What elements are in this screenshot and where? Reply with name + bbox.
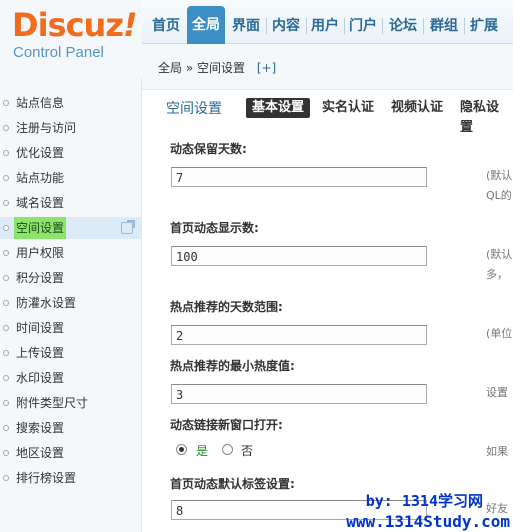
hot-days-range-hint: (单位 <box>486 327 513 340</box>
bullet-icon <box>3 250 9 256</box>
radio-no[interactable] <box>222 444 233 455</box>
breadcrumb-text: 全局 » 空间设置 <box>158 61 245 75</box>
feed-default-tag-label: 首页动态默认标签设置: <box>170 477 295 491</box>
sidebar-item-optimization[interactable]: 优化设置 <box>0 142 141 164</box>
sidebar-item-watermark[interactable]: 水印设置 <box>0 367 141 389</box>
bullet-icon <box>3 300 9 306</box>
sidebar-item-time[interactable]: 时间设置 <box>0 317 141 339</box>
tab-video-auth[interactable]: 视频认证 <box>385 98 449 118</box>
sidebar-item-attachment-types[interactable]: 附件类型尺寸 <box>0 392 141 414</box>
sidebar-item-site-features[interactable]: 站点功能 <box>0 167 141 189</box>
sidebar-item-registration[interactable]: 注册与访问 <box>0 117 141 139</box>
bullet-icon <box>3 125 9 131</box>
nav-tab-extensions[interactable]: 扩展 <box>466 8 502 44</box>
homepage-feed-count-hint-2: 多， <box>486 268 508 281</box>
watermark: by: 1314学习网 www.1314Study.com <box>330 490 513 532</box>
radio-yes-label: 是 <box>196 444 209 458</box>
watermark-line-2: www.1314Study.com <box>346 512 510 531</box>
logo[interactable]: Discuz! Control Panel <box>0 0 142 78</box>
nav-tab-forum[interactable]: 论坛 <box>385 8 421 44</box>
bullet-icon <box>3 325 9 331</box>
open-new-window-label: 动态链接新窗口打开: <box>170 418 283 432</box>
hot-min-score-hint: 设置 <box>486 386 508 399</box>
bullet-icon <box>3 400 9 406</box>
open-new-window-radio-group: 是 否 <box>176 444 296 458</box>
breadcrumb: 全局 » 空间设置 [+] <box>158 59 276 76</box>
settings-tabs: 空间设置 基本设置 实名认证 视频认证 隐私设置 <box>142 90 513 135</box>
sidebar-item-region[interactable]: 地区设置 <box>0 442 141 464</box>
tab-privacy[interactable]: 隐私设置 <box>454 98 513 135</box>
nav-tab-interface[interactable]: 界面 <box>227 8 265 44</box>
radio-no-label: 否 <box>241 444 254 458</box>
logo-subtitle: Control Panel <box>13 44 104 61</box>
nav-divider <box>423 18 424 34</box>
top-nav: 首页 全局 界面 内容 用户 门户 论坛 群组 扩展 <box>142 0 513 44</box>
nav-tab-content[interactable]: 内容 <box>267 8 305 44</box>
bullet-icon <box>3 475 9 481</box>
nav-tab-home[interactable]: 首页 <box>146 8 186 44</box>
logo-brand: Discuz! <box>12 6 138 44</box>
bullet-icon <box>3 450 9 456</box>
add-shortcut-link[interactable]: [+] <box>257 61 276 75</box>
nav-tab-groups[interactable]: 群组 <box>426 8 462 44</box>
hot-days-range-input[interactable]: 2 <box>171 325 427 345</box>
sidebar-item-space-settings[interactable]: 空间设置 <box>0 217 141 239</box>
open-new-window-hint: 如果 <box>486 445 508 458</box>
breadcrumb-bar: 全局 » 空间设置 [+] <box>142 44 513 90</box>
feed-retention-days-label: 动态保留天数: <box>170 142 247 156</box>
sidebar-item-search[interactable]: 搜索设置 <box>0 417 141 439</box>
sidebar-item-ranking[interactable]: 排行榜设置 <box>0 467 141 489</box>
bullet-icon <box>3 350 9 356</box>
bullet-icon <box>3 175 9 181</box>
bullet-icon <box>3 200 9 206</box>
bullet-icon <box>3 425 9 431</box>
sidebar-item-site-info[interactable]: 站点信息 <box>0 92 141 114</box>
bullet-icon <box>3 225 9 231</box>
feed-retention-days-hint: (默认 <box>486 169 513 182</box>
tab-basic-settings[interactable]: 基本设置 <box>246 98 311 118</box>
hot-min-score-input[interactable]: 3 <box>171 384 427 404</box>
sidebar-item-upload[interactable]: 上传设置 <box>0 342 141 364</box>
hot-days-range-label: 热点推荐的天数范围: <box>170 300 283 314</box>
homepage-feed-count-label: 首页动态显示数: <box>170 221 259 235</box>
tab-realname-auth[interactable]: 实名认证 <box>316 98 380 118</box>
open-new-window-icon[interactable] <box>121 220 135 234</box>
sidebar-item-domain[interactable]: 域名设置 <box>0 192 141 214</box>
sidebar-item-anti-flood[interactable]: 防灌水设置 <box>0 292 141 314</box>
bullet-icon <box>3 275 9 281</box>
nav-tab-users[interactable]: 用户 <box>307 8 343 44</box>
hot-min-score-label: 热点推荐的最小热度值: <box>170 359 295 373</box>
page-title: 空间设置 <box>166 101 222 117</box>
radio-yes[interactable] <box>176 444 187 455</box>
sidebar-item-credits[interactable]: 积分设置 <box>0 267 141 289</box>
feed-retention-days-hint-2: QL的 <box>486 189 512 202</box>
bullet-icon <box>3 150 9 156</box>
nav-divider <box>464 18 465 34</box>
nav-tab-global[interactable]: 全局 <box>187 6 225 44</box>
homepage-feed-count-input[interactable]: 100 <box>171 246 427 266</box>
watermark-line-1: by: 1314学习网 <box>365 492 483 510</box>
nav-divider <box>382 18 383 34</box>
bullet-icon <box>3 375 9 381</box>
sidebar: 站点信息 注册与访问 优化设置 站点功能 域名设置 空间设置 用户权限 积分设置… <box>0 78 142 532</box>
feed-retention-days-input[interactable]: 7 <box>171 167 427 187</box>
main-content: 空间设置 基本设置 实名认证 视频认证 隐私设置 动态保留天数: 7 (默认 Q… <box>142 90 513 532</box>
nav-tab-portal[interactable]: 门户 <box>345 8 381 44</box>
sidebar-item-user-permissions[interactable]: 用户权限 <box>0 242 141 264</box>
bullet-icon <box>3 100 9 106</box>
homepage-feed-count-hint: (默认 <box>486 248 513 261</box>
